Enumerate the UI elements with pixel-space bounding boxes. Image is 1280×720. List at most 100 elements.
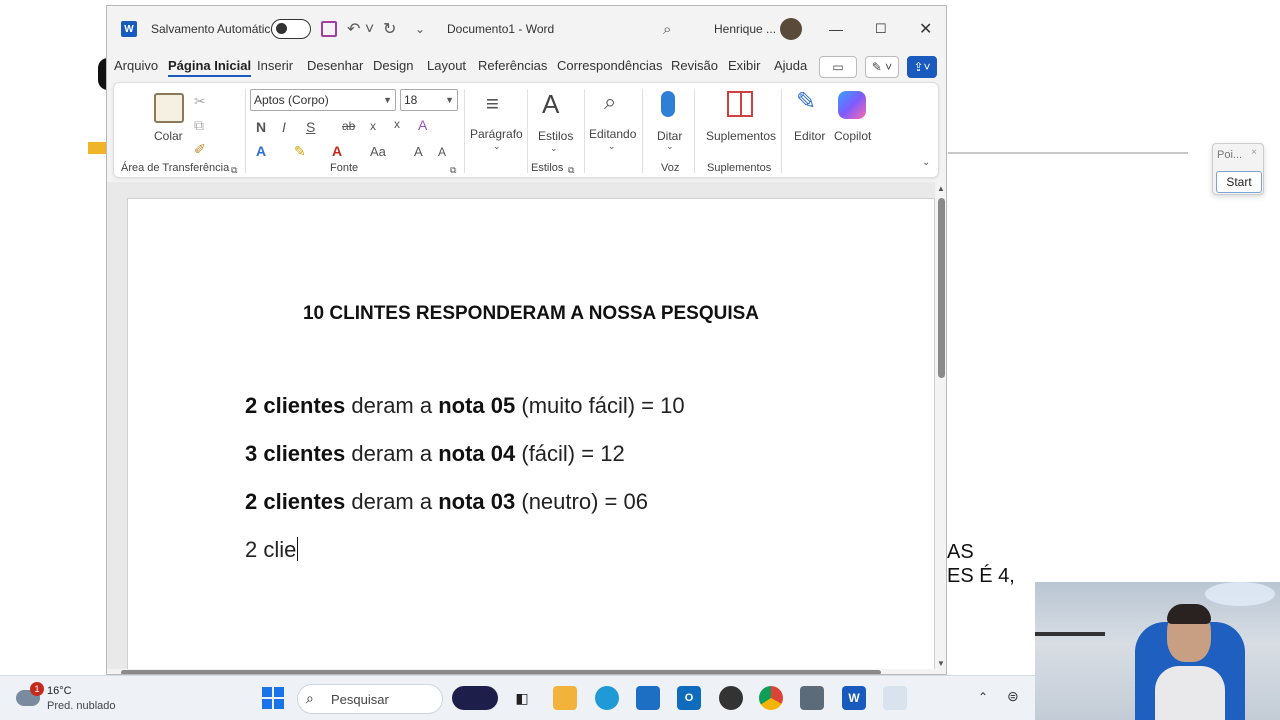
app-icon[interactable] <box>719 686 743 710</box>
copilot-icon[interactable] <box>838 91 866 119</box>
file-explorer-icon[interactable] <box>553 686 577 710</box>
search-icon: ⌕ <box>306 690 314 706</box>
dialog-launcher-icon[interactable]: ⧉ <box>450 165 456 176</box>
vertical-scrollbar[interactable]: ▲ ▼ <box>935 182 946 674</box>
scroll-down-icon[interactable]: ▼ <box>937 659 945 668</box>
chevron-down-icon[interactable]: ⌄ <box>666 141 674 152</box>
tab-design[interactable]: Design <box>373 58 413 73</box>
tab-exibir[interactable]: Exibir <box>728 58 761 73</box>
font-size-box[interactable]: 18 ▼ <box>400 89 458 111</box>
presenter-body <box>1155 666 1225 720</box>
clear-formatting-icon[interactable]: A <box>418 117 427 133</box>
temperature: 16°C <box>47 685 72 697</box>
chevron-down-icon[interactable]: ⌄ <box>493 141 501 152</box>
weather-widget[interactable]: 1 16°C Pred. nublado <box>14 682 154 716</box>
snipping-tool-icon[interactable] <box>883 686 907 710</box>
notification-badge: 1 <box>30 682 44 696</box>
editor-label[interactable]: Editor <box>794 129 825 143</box>
autosave-toggle[interactable] <box>271 19 311 39</box>
chevron-down-icon[interactable]: ⌄ <box>608 141 616 152</box>
save-icon[interactable] <box>321 21 337 37</box>
network-icon[interactable]: ⊜ <box>1007 688 1019 705</box>
scroll-up-icon[interactable]: ▲ <box>937 184 945 193</box>
copy-icon[interactable]: ⧉ <box>194 117 204 134</box>
tab-arquivo[interactable]: Arquivo <box>114 58 158 73</box>
grow-font-icon[interactable]: A <box>414 144 423 159</box>
windows-start-icon[interactable] <box>261 686 285 710</box>
close-icon[interactable]: × <box>1247 146 1261 160</box>
tab-referencias[interactable]: Referências <box>478 58 547 73</box>
outlook-icon[interactable]: O <box>677 686 701 710</box>
underline-icon[interactable]: S <box>306 119 315 135</box>
paste-label[interactable]: Colar <box>154 129 183 143</box>
text-effects-icon[interactable]: A <box>256 143 266 159</box>
editing-label[interactable]: Editando <box>589 127 636 141</box>
chrome-icon[interactable] <box>759 686 783 710</box>
ribbon-separator <box>781 89 782 173</box>
search-highlight-icon[interactable] <box>452 686 498 710</box>
addins-icon[interactable] <box>727 91 753 117</box>
scrollbar-thumb[interactable] <box>938 198 945 378</box>
close-icon[interactable]: ✕ <box>919 6 932 52</box>
editing-mode-button[interactable]: ✎ ˅ <box>865 56 899 78</box>
change-case-icon[interactable]: Aa <box>370 144 386 159</box>
dialog-launcher-icon[interactable]: ⧉ <box>231 165 237 176</box>
chevron-down-icon[interactable]: ⌄ <box>550 143 558 154</box>
superscript-icon[interactable]: x <box>394 117 400 131</box>
chevron-down-icon: ▼ <box>383 95 392 105</box>
tab-desenhar[interactable]: Desenhar <box>307 58 363 73</box>
word-logo-icon: W <box>121 21 137 37</box>
dialog-launcher-icon[interactable]: ⧉ <box>568 165 574 176</box>
start-button[interactable]: Start <box>1216 171 1262 193</box>
font-name-box[interactable]: Aptos (Corpo) ▼ <box>250 89 396 111</box>
maximize-icon[interactable]: ☐ <box>875 6 887 52</box>
subscript-icon[interactable]: x <box>370 119 376 133</box>
floating-widget: Poi... × Start <box>1212 143 1264 195</box>
editor-icon[interactable]: ✎ <box>796 87 816 116</box>
undo-icon[interactable]: ↶ ˅ <box>347 6 374 52</box>
addins-label[interactable]: Suplementos <box>706 129 776 143</box>
edge-icon[interactable] <box>595 686 619 710</box>
italic-icon[interactable]: I <box>282 119 286 135</box>
font-color-icon[interactable]: A <box>332 143 342 159</box>
styles-icon[interactable]: A <box>542 89 559 120</box>
comments-button[interactable]: ▭ <box>819 56 857 78</box>
bold-icon[interactable]: N <box>256 119 266 135</box>
search-icon[interactable]: ⌕ <box>663 6 671 52</box>
chevron-up-icon[interactable]: ⌃ <box>978 690 988 704</box>
tab-revisao[interactable]: Revisão <box>671 58 718 73</box>
paragraph-icon[interactable]: ≡ <box>486 91 499 117</box>
quick-access-more-icon[interactable]: ⌄ <box>415 6 425 52</box>
avatar[interactable] <box>780 18 802 40</box>
strikethrough-icon[interactable]: ab <box>342 119 355 133</box>
find-icon[interactable]: ⌕ <box>604 89 616 115</box>
format-painter-icon[interactable]: ✐ <box>194 141 206 158</box>
cut-icon[interactable]: ✂ <box>194 93 206 110</box>
shrink-font-icon[interactable]: A <box>438 145 446 159</box>
tab-pagina-inicial[interactable]: Página Inicial <box>168 58 252 77</box>
share-button[interactable]: ⇪˅ <box>907 56 937 78</box>
highlight-icon[interactable]: ✎ <box>294 143 306 160</box>
paragraph-label[interactable]: Parágrafo <box>470 127 523 141</box>
word-icon[interactable]: W <box>842 686 866 710</box>
copilot-label[interactable]: Copilot <box>834 129 871 143</box>
calculator-icon[interactable] <box>800 686 824 710</box>
paste-icon[interactable] <box>154 93 184 123</box>
user-name[interactable]: Henrique ... <box>714 6 776 52</box>
minimize-icon[interactable]: — <box>829 6 843 52</box>
text-cursor <box>297 537 299 561</box>
store-icon[interactable] <box>636 686 660 710</box>
tab-ajuda[interactable]: Ajuda <box>774 58 807 73</box>
tab-correspondencias[interactable]: Correspondências <box>557 58 663 73</box>
taskbar-search[interactable]: ⌕ Pesquisar <box>297 684 443 714</box>
document-page[interactable]: 10 CLINTES RESPONDERAM A NOSSA PESQUISA … <box>127 198 935 674</box>
tab-layout[interactable]: Layout <box>427 58 466 73</box>
redo-icon[interactable]: ↻ <box>383 6 396 52</box>
document-paragraph-typing: 2 clie <box>245 537 299 562</box>
styles-label[interactable]: Estilos <box>538 129 573 143</box>
tab-inserir[interactable]: Inserir <box>257 58 293 73</box>
task-view-icon[interactable]: ◧ <box>510 686 534 710</box>
chevron-down-icon[interactable]: ⌄ <box>922 157 930 168</box>
microphone-icon[interactable] <box>661 91 675 117</box>
background-text-line: ES É 4, <box>947 565 1015 587</box>
